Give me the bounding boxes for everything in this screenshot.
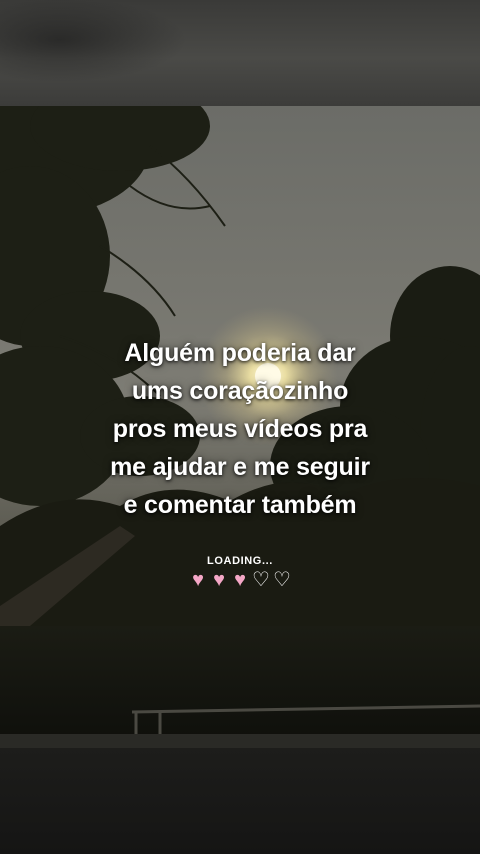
caption-line: pros meus vídeos pra [112,415,368,443]
caption-line: me ajudar e me seguir [110,453,370,481]
hearts-progress: ♥ ♥ ♥ ♡ ♡ [160,569,320,591]
loading-label: LOADING... [207,555,273,567]
heart-outline-icon: ♡ [273,569,291,591]
heart-filled-icon: ♥ [213,569,225,591]
caption-line: Alguém poderia dar [124,339,356,367]
video-frame: Alguém poderia dar ums coraçãozinho pros… [0,0,480,854]
heart-outline-icon: ♡ [252,569,270,591]
caption-line: e comentar também [123,491,357,519]
heart-filled-icon: ♥ [192,569,204,591]
heart-loading-indicator: LOADING... ♥ ♥ ♥ ♡ ♡ [160,555,320,591]
caption-line: ums coraçãozinho [131,377,349,405]
blurred-background-bottom [0,748,480,854]
blurred-background-top [0,0,480,106]
heart-filled-icon: ♥ [234,569,246,591]
caption-text: Alguém poderia dar ums coraçãozinho pros… [40,334,440,524]
